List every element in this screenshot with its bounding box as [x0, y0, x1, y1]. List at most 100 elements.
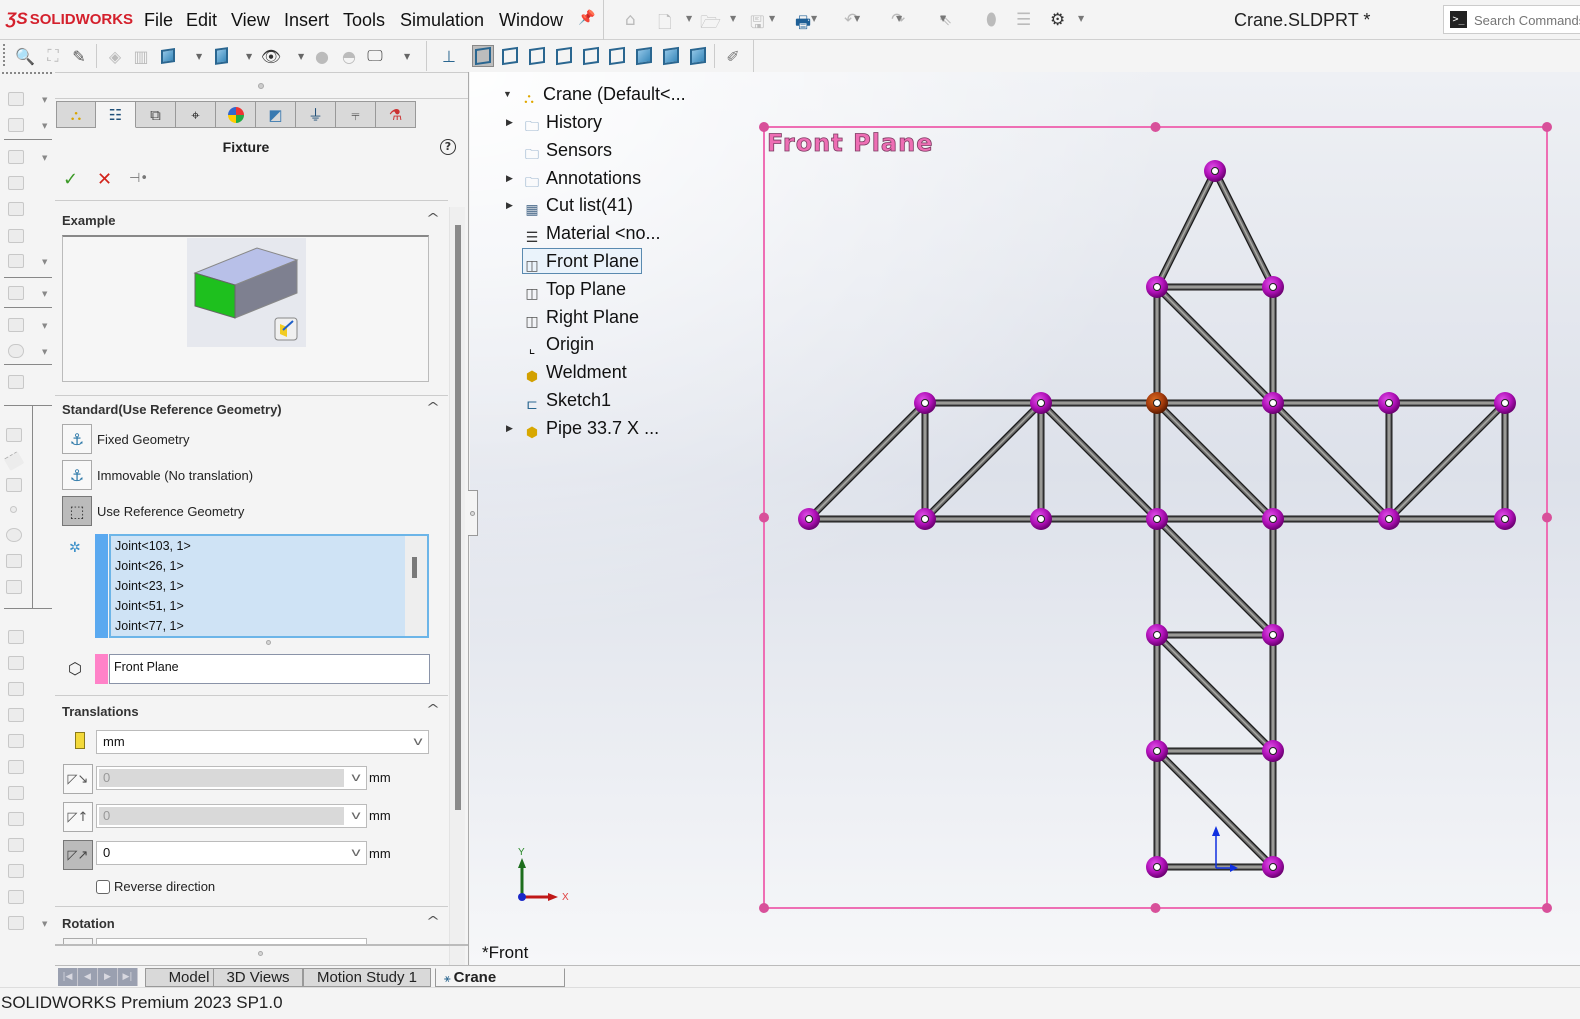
curves-icon[interactable]: [8, 344, 24, 358]
apply-scene-icon[interactable]: ◓: [338, 45, 360, 67]
extrude-boss-icon[interactable]: [8, 92, 24, 106]
display-style-dropdown-icon[interactable]: ▼: [246, 52, 252, 61]
ok-button[interactable]: ✓: [63, 169, 78, 190]
point-icon[interactable]: [10, 506, 17, 513]
feature-icon[interactable]: [8, 838, 24, 852]
tab-cam-tools-tree[interactable]: ⫧: [336, 101, 376, 128]
list-item[interactable]: Joint<103, 1>: [111, 536, 427, 556]
collapse-standard-icon[interactable]: ^: [426, 400, 440, 414]
search-commands-input[interactable]: [1474, 10, 1580, 30]
tab-dimxpertmanager[interactable]: ⌖: [176, 101, 216, 128]
next-tab-icon[interactable]: ▶: [98, 968, 118, 986]
dropdown-icon[interactable]: ▼: [42, 96, 47, 104]
reference-geometry-icon[interactable]: [8, 318, 24, 332]
rib-icon[interactable]: [8, 176, 24, 190]
plane-icon[interactable]: [6, 428, 22, 442]
tab-cam-operation-tree[interactable]: ⏚: [296, 101, 336, 128]
translation-normal-field[interactable]: 0v: [96, 841, 367, 865]
panel-collapse-handle[interactable]: [468, 490, 478, 536]
collapse-example-icon[interactable]: ^: [426, 211, 440, 225]
feature-icon[interactable]: [8, 864, 24, 878]
expand-arrow-icon[interactable]: ▶: [506, 110, 513, 134]
scrollbar-thumb[interactable]: [455, 225, 461, 810]
panel-resize-grip[interactable]: [258, 83, 264, 89]
instant3d-icon[interactable]: [8, 375, 24, 389]
scrollbar-thumb[interactable]: [412, 557, 417, 578]
draft-icon[interactable]: [8, 229, 24, 243]
list-resize-grip[interactable]: [266, 640, 271, 645]
dropdown-icon[interactable]: ▼: [42, 154, 47, 162]
panel-resize-grip[interactable]: [258, 951, 263, 956]
plane-resize-handle[interactable]: [1542, 903, 1552, 913]
dropdown-icon[interactable]: ▼: [42, 920, 47, 928]
tree-item-cut-list-41[interactable]: ▶ ▦ Cut list(41): [506, 193, 633, 217]
dynamic-annotation-icon[interactable]: ▥: [130, 45, 152, 67]
fillet-icon[interactable]: [8, 150, 24, 164]
collapse-translations-icon[interactable]: ^: [426, 702, 440, 716]
display-style-icon[interactable]: [210, 45, 232, 67]
view-right-button[interactable]: [580, 45, 602, 67]
tab-cam-feature-tree[interactable]: ◩: [256, 101, 296, 128]
normal-to-icon[interactable]: ⊥: [438, 45, 460, 67]
tab-configurationmanager[interactable]: ⧉: [136, 101, 176, 128]
search-commands-box[interactable]: >_: [1443, 5, 1580, 34]
strip-grip[interactable]: [2, 72, 52, 74]
plane-resize-handle[interactable]: [759, 903, 769, 913]
mate-reference-icon[interactable]: [6, 580, 22, 594]
graphics-area[interactable]: Y X Front Plane: [470, 72, 1580, 965]
expand-arrow-icon[interactable]: ▶: [506, 193, 513, 217]
view-dimetric-button[interactable]: [687, 45, 709, 67]
pin-menu-icon[interactable]: 📌: [578, 10, 595, 26]
shell-icon[interactable]: [8, 202, 24, 216]
collapse-arrow-icon[interactable]: ▼: [503, 82, 512, 106]
menu-tools[interactable]: Tools: [343, 10, 385, 31]
plane-resize-handle[interactable]: [1150, 122, 1161, 132]
view-back-button[interactable]: [526, 45, 548, 67]
feature-icon[interactable]: [8, 682, 24, 696]
view-selector-icon[interactable]: ✐: [722, 45, 744, 67]
tree-item-weldment[interactable]: ⬢ Weldment: [523, 360, 627, 384]
direction-2-button[interactable]: ◸↑: [63, 802, 93, 832]
tab-crane-analysis[interactable]: ⚹ Crane Analysis: [435, 968, 565, 1005]
menu-edit[interactable]: Edit: [186, 10, 217, 31]
list-item[interactable]: Joint<51, 1>: [111, 596, 427, 616]
feature-icon[interactable]: [8, 890, 24, 904]
keep-visible-pin-icon[interactable]: ⊣•: [129, 171, 148, 186]
previous-tab-icon[interactable]: ◀: [78, 968, 98, 986]
view-settings-dropdown-icon[interactable]: ▼: [404, 52, 410, 61]
tree-root[interactable]: ▼ ⛬ Crane (Default<...: [503, 82, 686, 106]
print-dropdown-icon[interactable]: ▼: [811, 14, 817, 23]
menu-file[interactable]: File: [144, 10, 173, 31]
revolve-icon[interactable]: [8, 118, 24, 132]
view-left-button[interactable]: [553, 45, 575, 67]
reference-geometry-icon[interactable]: [8, 916, 24, 930]
units-select[interactable]: mm v: [96, 730, 429, 754]
redo-dropdown-icon[interactable]: ▼: [896, 14, 902, 23]
expand-arrow-icon[interactable]: ▶: [506, 416, 513, 440]
dropdown-icon[interactable]: ▼: [42, 322, 47, 330]
tree-item-sensors[interactable]: 🗀 Sensors: [523, 138, 612, 162]
selected-joints-list[interactable]: Joint<103, 1> Joint<26, 1> Joint<23, 1> …: [109, 534, 429, 638]
menu-window[interactable]: Window: [499, 10, 563, 31]
feature-icon[interactable]: [8, 760, 24, 774]
immovable-button[interactable]: ⚓: [62, 460, 92, 490]
view-top-button[interactable]: [606, 45, 628, 67]
tree-item-top-plane[interactable]: ◫ Top Plane: [523, 277, 626, 301]
menu-insert[interactable]: Insert: [284, 10, 329, 31]
feature-icon[interactable]: [8, 812, 24, 826]
previous-view-icon[interactable]: ✎: [68, 45, 90, 67]
select-dropdown-icon[interactable]: ▼: [940, 14, 946, 23]
view-orientation-icon[interactable]: [157, 45, 179, 67]
tab-featuremanager[interactable]: ⛬: [56, 101, 96, 128]
tree-item-origin[interactable]: ⌞ Origin: [523, 332, 594, 356]
tab-displaymanager[interactable]: [216, 101, 256, 128]
save-dropdown-icon[interactable]: ▼: [769, 14, 775, 23]
zoom-to-fit-icon[interactable]: 🔍: [14, 45, 36, 67]
menu-simulation[interactable]: Simulation: [400, 10, 484, 31]
tree-item-pipe-33-7-x[interactable]: ▶ ⬢ Pipe 33.7 X ...: [506, 416, 659, 440]
dropdown-icon[interactable]: ▼: [42, 258, 47, 266]
hole-wizard-icon[interactable]: [8, 254, 24, 268]
zoom-to-area-icon[interactable]: ⛶: [42, 45, 64, 67]
list-item[interactable]: Joint<77, 1>: [111, 616, 427, 636]
toolbar-grip[interactable]: [3, 44, 5, 68]
